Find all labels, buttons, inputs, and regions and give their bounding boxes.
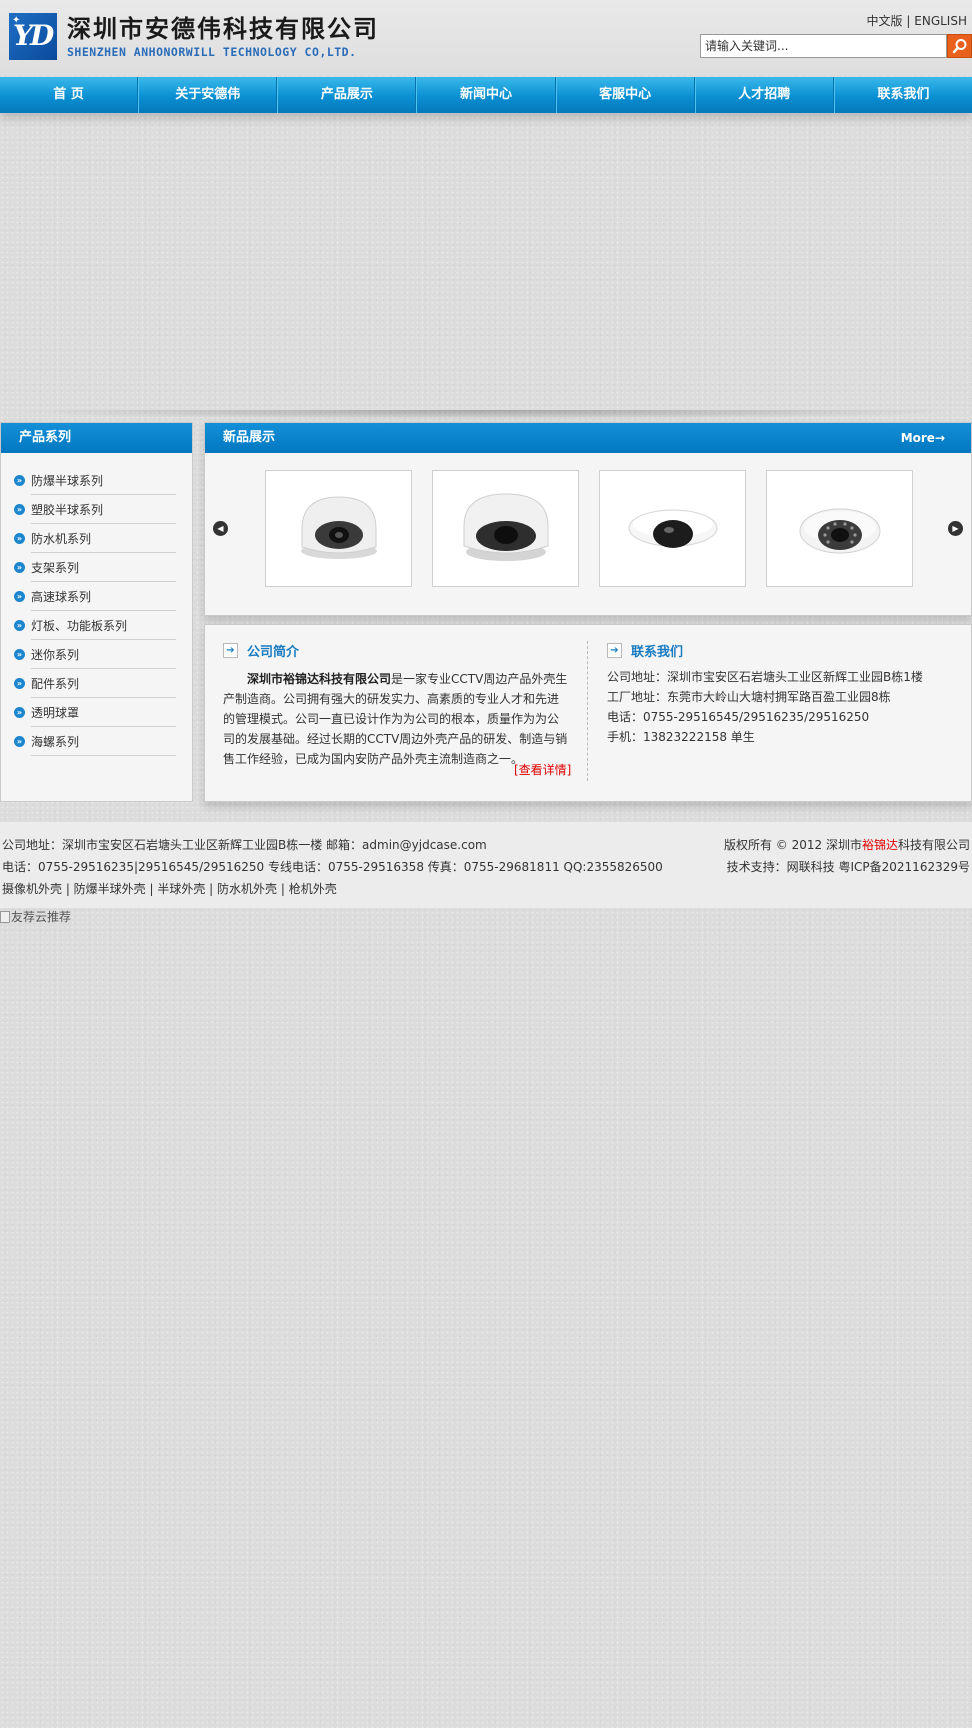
product-category-panel: 产品系列 » 防爆半球系列 » 塑胶半球系列 » 防水机系列 » 支架系列 » 高速球系列…	[0, 422, 193, 802]
new-products-title: 新品展示	[223, 430, 276, 445]
footer-links[interactable]: 摄像机外壳 | 防爆半球外壳 | 半球外壳 | 防水机外壳 | 枪机外壳	[2, 878, 663, 900]
product-thumbnail[interactable]	[766, 470, 913, 587]
footer-address: 公司地址：深圳市宝安区石岩塘头工业区新辉工业园B栋一楼 邮箱：admin@yjd…	[2, 838, 487, 852]
chevron-right-icon: »	[14, 475, 25, 486]
nav-about[interactable]: 关于安德伟	[138, 77, 278, 113]
new-products-header: 新品展示 More→	[205, 423, 971, 453]
search-button[interactable]	[947, 34, 972, 58]
category-item[interactable]: » 防爆半球系列	[14, 466, 192, 495]
dome-camera-image	[463, 492, 548, 561]
main-nav: 首 页 关于安德伟 产品展示 新闻中心 客服中心 人才招聘 联系我们	[0, 77, 972, 113]
arrow-right-icon: ➔	[607, 643, 622, 658]
product-category-title: 产品系列	[1, 423, 192, 453]
banner-shadow	[0, 410, 972, 420]
nav-jobs[interactable]: 人才招聘	[694, 77, 834, 113]
dome-camera-image	[628, 509, 717, 548]
contact-line: 公司地址：深圳市宝安区石岩塘头工业区新辉工业园B栋1楼	[607, 670, 923, 684]
chevron-right-icon: »	[14, 620, 25, 631]
triangle-right-icon: ▶	[952, 524, 959, 533]
dome-camera-image	[300, 495, 377, 559]
logo[interactable]: ✦ YD 深圳市安德伟科技有限公司 SHENZHEN ANHONORWILL TE…	[9, 13, 379, 60]
chevron-right-icon: »	[14, 678, 25, 689]
category-item[interactable]: » 高速球系列	[14, 582, 192, 611]
arrow-right-icon: ➔	[223, 643, 238, 658]
nav-home[interactable]: 首 页	[0, 77, 139, 113]
search-input[interactable]	[700, 34, 947, 58]
nav-products[interactable]: 产品展示	[277, 77, 417, 113]
contact-line: 电话：0755-29516545/29516235/29516250	[607, 710, 870, 724]
friend-recommend-image[interactable]: 友荐云推荐	[0, 908, 71, 925]
lang-chinese-link[interactable]: 中文版	[867, 14, 903, 28]
company-name-cn: 深圳市安德伟科技有限公司	[67, 14, 379, 43]
product-thumbnail[interactable]	[265, 470, 412, 587]
nav-contact[interactable]: 联系我们	[833, 77, 972, 113]
category-item[interactable]: » 迷你系列	[14, 640, 192, 669]
copyright-brand: 裕锦达	[861, 838, 898, 852]
search-icon	[952, 39, 966, 54]
lang-separator: |	[906, 14, 911, 28]
nav-service[interactable]: 客服中心	[555, 77, 695, 113]
more-link[interactable]: More→	[901, 423, 945, 453]
footer-copyright-block: 版权所有 © 2012 深圳市裕锦达科技有限公司 技术支持：网联科技 粤ICP备…	[724, 834, 970, 878]
footer: 公司地址：深圳市宝安区石岩塘头工业区新辉工业园B栋一楼 邮箱：admin@yjd…	[0, 822, 972, 908]
about-company-name: 深圳市裕锦达科技有限公司	[247, 672, 392, 686]
new-products-panel: 新品展示 More→ ◀ ▶	[204, 422, 972, 616]
about-text: 深圳市裕锦达科技有限公司是一家专业CCTV周边产品外壳生产制造商。公司拥有强大的…	[223, 672, 568, 766]
category-item[interactable]: » 透明球罩	[14, 698, 192, 727]
dome-camera-image	[799, 508, 880, 553]
product-thumbnail[interactable]	[432, 470, 579, 587]
about-section-title: ➔ 公司简介	[223, 641, 299, 660]
contact-line: 工厂地址：东莞市大岭山大塘村拥军路百盈工业园8栋	[607, 690, 891, 704]
chevron-right-icon: »	[14, 707, 25, 718]
footer-phones: 电话：0755-29516235|29516545/29516250 专线电话：…	[2, 860, 663, 874]
chevron-right-icon: »	[14, 649, 25, 660]
friend-recommend-alt: 友荐云推荐	[11, 910, 72, 924]
carousel-next-button[interactable]: ▶	[948, 521, 963, 536]
section-divider	[587, 641, 588, 781]
company-name-en: SHENZHEN ANHONORWILL TECHNOLOGY CO,LTD.	[67, 44, 357, 59]
contact-line: 手机：13823222158 单生	[607, 730, 755, 744]
about-contact-panel: ➔ 公司简介 深圳市裕锦达科技有限公司是一家专业CCTV周边产品外壳生产制造商。…	[204, 624, 972, 802]
nav-news[interactable]: 新闻中心	[416, 77, 556, 113]
chevron-right-icon: »	[14, 562, 25, 573]
category-list: » 防爆半球系列 » 塑胶半球系列 » 防水机系列 » 支架系列 » 高速球系列 » 灯板、…	[1, 466, 192, 756]
contact-section-title: ➔ 联系我们	[607, 641, 683, 660]
language-switch: 中文版 | ENGLISH	[867, 12, 967, 29]
carousel-prev-button[interactable]: ◀	[213, 521, 228, 536]
triangle-left-icon: ◀	[217, 524, 224, 533]
chevron-right-icon: »	[14, 736, 25, 747]
chevron-right-icon: »	[14, 504, 25, 515]
category-item[interactable]: » 配件系列	[14, 669, 192, 698]
chevron-right-icon: »	[14, 591, 25, 602]
product-thumbnail[interactable]	[599, 470, 746, 587]
category-item[interactable]: » 防水机系列	[14, 524, 192, 553]
logo-mark-icon: ✦ YD	[9, 13, 57, 60]
view-details-link[interactable]: [查看详情]	[514, 761, 571, 778]
chevron-right-icon: »	[14, 533, 25, 544]
banner-area	[0, 116, 972, 412]
footer-info: 公司地址：深圳市宝安区石岩塘头工业区新辉工业园B栋一楼 邮箱：admin@yjd…	[2, 834, 663, 900]
category-item[interactable]: » 塑胶半球系列	[14, 495, 192, 524]
contact-info: 公司地址：深圳市宝安区石岩塘头工业区新辉工业园B栋1楼 工厂地址：东莞市大岭山大…	[607, 667, 923, 747]
search-bar	[700, 34, 972, 58]
category-item[interactable]: » 支架系列	[14, 553, 192, 582]
category-item[interactable]: » 灯板、功能板系列	[14, 611, 192, 640]
copyright: 版权所有 © 2012 深圳市裕锦达科技有限公司	[723, 838, 970, 852]
lang-english-link[interactable]: ENGLISH	[914, 14, 967, 28]
category-item[interactable]: » 海螺系列	[14, 727, 192, 756]
header: ✦ YD 深圳市安德伟科技有限公司 SHENZHEN ANHONORWILL TE…	[0, 0, 972, 76]
broken-image-icon	[0, 910, 10, 923]
tech-support[interactable]: 技术支持：网联科技 粤ICP备2021162329号	[724, 856, 970, 878]
